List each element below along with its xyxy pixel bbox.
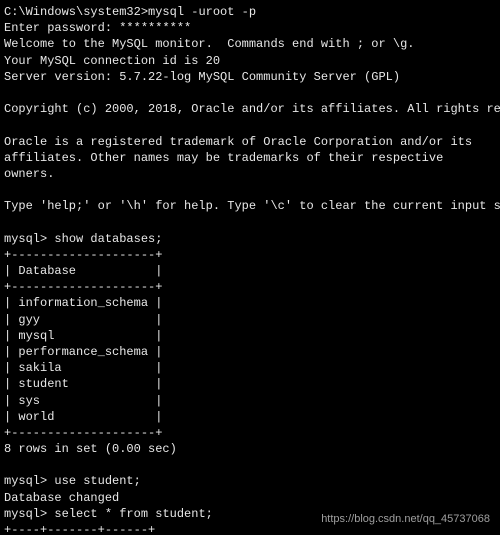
password-line: Enter password: ********** <box>4 21 191 35</box>
blank-line <box>4 183 11 197</box>
db-table-border-bot: +--------------------+ <box>4 426 162 440</box>
shell-prompt: C:\Windows\system32>mysql -uroot -p <box>4 5 256 19</box>
trademark-line-3: owners. <box>4 167 54 181</box>
mysql-prompt-use: mysql> use student; <box>4 474 141 488</box>
db-table-row: | performance_schema | <box>4 345 162 359</box>
connection-id-line: Your MySQL connection id is 20 <box>4 54 220 68</box>
student-table-border-top: +----+-------+------+ <box>4 523 155 535</box>
copyright-line: Copyright (c) 2000, 2018, Oracle and/or … <box>4 102 500 116</box>
db-summary-line: 8 rows in set (0.00 sec) <box>4 442 177 456</box>
db-changed-line: Database changed <box>4 491 119 505</box>
db-table-border-mid: +--------------------+ <box>4 280 162 294</box>
db-table-row: | information_schema | <box>4 296 162 310</box>
db-table-row: | sakila | <box>4 361 162 375</box>
db-table-row: | sys | <box>4 394 162 408</box>
blank-line <box>4 215 11 229</box>
server-version-line: Server version: 5.7.22-log MySQL Communi… <box>4 70 400 84</box>
db-table-row: | world | <box>4 410 162 424</box>
terminal-output[interactable]: C:\Windows\system32>mysql -uroot -p Ente… <box>0 0 500 535</box>
help-line: Type 'help;' or '\h' for help. Type '\c'… <box>4 199 500 213</box>
mysql-prompt-show-db: mysql> show databases; <box>4 232 162 246</box>
trademark-line-1: Oracle is a registered trademark of Orac… <box>4 135 472 149</box>
blank-line <box>4 458 11 472</box>
blank-line <box>4 118 11 132</box>
db-table-border-top: +--------------------+ <box>4 248 162 262</box>
welcome-line: Welcome to the MySQL monitor. Commands e… <box>4 37 414 51</box>
blank-line <box>4 86 11 100</box>
db-table-row: | mysql | <box>4 329 162 343</box>
db-table-row: | gyy | <box>4 313 162 327</box>
watermark-text: https://blog.csdn.net/qq_45737068 <box>321 512 490 527</box>
db-table-row: | student | <box>4 377 162 391</box>
db-table-header: | Database | <box>4 264 162 278</box>
trademark-line-2: affiliates. Other names may be trademark… <box>4 151 443 165</box>
mysql-prompt-select: mysql> select * from student; <box>4 507 213 521</box>
